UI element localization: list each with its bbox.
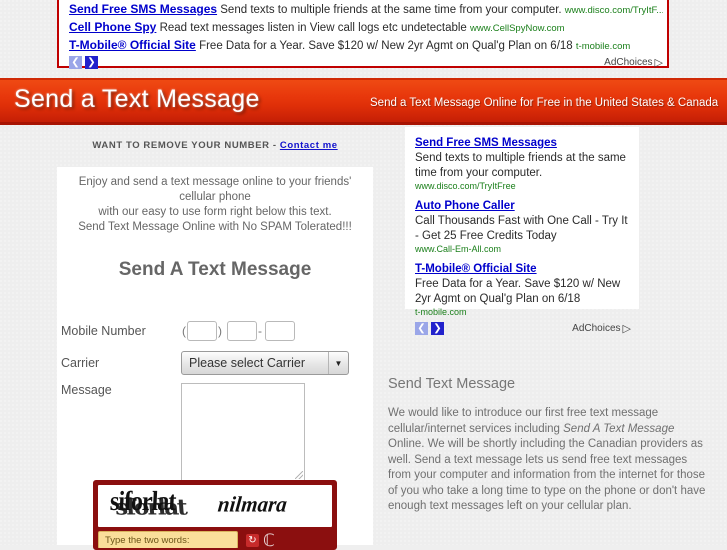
- top-ad-title-1[interactable]: Send Free SMS Messages: [69, 2, 217, 16]
- top-ad-desc-1: Send texts to multiple friends at the sa…: [220, 4, 562, 16]
- message-label: Message: [61, 383, 112, 397]
- resize-grip-icon[interactable]: [295, 471, 303, 479]
- area-code-input[interactable]: [187, 321, 217, 341]
- adchoices-sidebar[interactable]: AdChoices ▷: [572, 322, 631, 335]
- captcha-image: siforlat sforlat nilmara: [98, 485, 332, 527]
- captcha-controls: Type the two words: ↻ ℂ: [98, 530, 332, 548]
- sidebar-ad-title-2[interactable]: Auto Phone Caller: [415, 200, 515, 212]
- sidebar-ad-item: Auto Phone Caller Call Thousands Fast wi…: [415, 196, 631, 254]
- chevron-down-icon: ▼: [328, 352, 348, 374]
- site-header-banner: Send a Text Message Send a Text Message …: [0, 78, 727, 125]
- form-intro-line-1: Enjoy and send a text message online to …: [78, 176, 352, 203]
- paren-close: ): [218, 324, 222, 338]
- article-body-part-b: Online. We will be shortly including the…: [388, 438, 706, 512]
- form-intro-line-3: Send Text Message Online with No SPAM To…: [78, 221, 352, 233]
- site-title: Send a Text Message: [14, 85, 260, 113]
- top-ad-url-1: www.disco.com/TryItF...: [564, 5, 663, 16]
- text-message-form-panel: Enjoy and send a text message online to …: [57, 167, 373, 550]
- adchoices-top[interactable]: AdChoices ▷: [604, 56, 663, 69]
- article-section: Send Text Message We would like to intro…: [378, 362, 727, 545]
- top-ad-row: Cell Phone Spy Read text messages listen…: [69, 19, 663, 37]
- captcha-word-2: nilmara: [216, 491, 289, 517]
- form-intro-line-2: with our easy to use form right below th…: [98, 206, 332, 218]
- form-heading: Send A Text Message: [118, 259, 312, 280]
- prev-ad-icon[interactable]: ❮: [69, 56, 82, 69]
- sidebar-ad-url-2: www.Call-Em-All.com: [415, 244, 502, 254]
- adchoices-triangle-icon: ▷: [654, 57, 663, 69]
- form-intro: Enjoy and send a text message online to …: [57, 167, 373, 235]
- carrier-row: Carrier Please select Carrier ▼: [61, 347, 373, 379]
- top-ad-block: Send Free SMS Messages Send texts to mul…: [57, 0, 669, 69]
- carrier-select-value: Please select Carrier: [189, 356, 306, 370]
- article-body: We would like to introduce our first fre…: [388, 406, 711, 515]
- sidebar-ad-block: Send Free SMS Messages Send texts to mul…: [405, 127, 639, 335]
- sidebar-ad-item: T-Mobile® Official Site Free Data for a …: [415, 259, 631, 317]
- phone-prefix-input[interactable]: [227, 321, 257, 341]
- sidebar-ad-desc-3: Free Data for a Year. Save $120 w/ New 2…: [415, 278, 621, 305]
- top-ad-desc-3: Free Data for a Year. Save $120 w/ New 2…: [199, 40, 573, 52]
- top-ad-title-3[interactable]: T-Mobile® Official Site: [69, 38, 196, 52]
- article-body-emphasis: Send A Text Message: [563, 422, 675, 435]
- sidebar-ad-title-1[interactable]: Send Free SMS Messages: [415, 137, 557, 149]
- top-ad-url-3: t-mobile.com: [575, 41, 631, 52]
- contact-me-link[interactable]: Contact me: [280, 140, 338, 151]
- article-heading: Send Text Message: [388, 376, 516, 392]
- sidebar-ad-url-1: www.disco.com/TryItFree: [415, 181, 516, 191]
- phone-line-input[interactable]: [265, 321, 295, 341]
- top-ad-title-2[interactable]: Cell Phone Spy: [69, 20, 156, 34]
- top-ad-nav: ❮ ❯ AdChoices ▷: [69, 56, 663, 69]
- carrier-select[interactable]: Please select Carrier ▼: [181, 351, 349, 375]
- top-ad-row: Send Free SMS Messages Send texts to mul…: [69, 1, 663, 19]
- adchoices-sidebar-label: AdChoices: [572, 323, 621, 334]
- sidebar-ad-url-3: t-mobile.com: [415, 307, 467, 317]
- sidebar-ad-desc-1: Send texts to multiple friends at the sa…: [415, 152, 626, 179]
- top-ad-url-2: www.CellSpyNow.com: [470, 23, 565, 34]
- adchoices-triangle-icon: ▷: [622, 323, 631, 335]
- phone-dash: -: [258, 324, 262, 338]
- form-fields: Mobile Number ( ) - Carrier Please selec…: [57, 315, 373, 481]
- message-row: Message: [61, 383, 373, 481]
- captcha-input[interactable]: Type the two words:: [98, 531, 238, 548]
- sidebar-ad-title-3[interactable]: T-Mobile® Official Site: [415, 263, 537, 275]
- captcha-word-1-overlay: sforlat: [114, 494, 187, 521]
- sidebar-ad-desc-2: Call Thousands Fast with One Call - Try …: [415, 215, 628, 242]
- top-ad-desc-2: Read text messages listen in View call l…: [159, 22, 467, 34]
- mobile-number-label: Mobile Number: [61, 324, 146, 338]
- captcha-widget: siforlat sforlat nilmara Type the two wo…: [93, 480, 337, 550]
- adchoices-top-label: AdChoices: [604, 57, 653, 68]
- remove-number-notice: WANT TO REMOVE YOUR NUMBER - Contact me: [57, 140, 373, 151]
- site-tagline: Send a Text Message Online for Free in t…: [370, 97, 719, 109]
- remove-number-text: WANT TO REMOVE YOUR NUMBER -: [92, 140, 280, 151]
- sidebar-ad-item: Send Free SMS Messages Send texts to mul…: [415, 133, 631, 191]
- message-textarea[interactable]: [181, 383, 305, 481]
- next-ad-icon[interactable]: ❯: [85, 56, 98, 69]
- carrier-label: Carrier: [61, 356, 100, 370]
- prev-ad-icon[interactable]: ❮: [415, 322, 428, 335]
- mobile-number-inputs: ( ) -: [181, 321, 295, 341]
- top-ad-row: T-Mobile® Official Site Free Data for a …: [69, 37, 663, 55]
- mobile-number-row: Mobile Number ( ) -: [61, 315, 373, 347]
- next-ad-icon[interactable]: ❯: [431, 322, 444, 335]
- sidebar-ad-nav: ❮ ❯ AdChoices ▷: [415, 322, 631, 335]
